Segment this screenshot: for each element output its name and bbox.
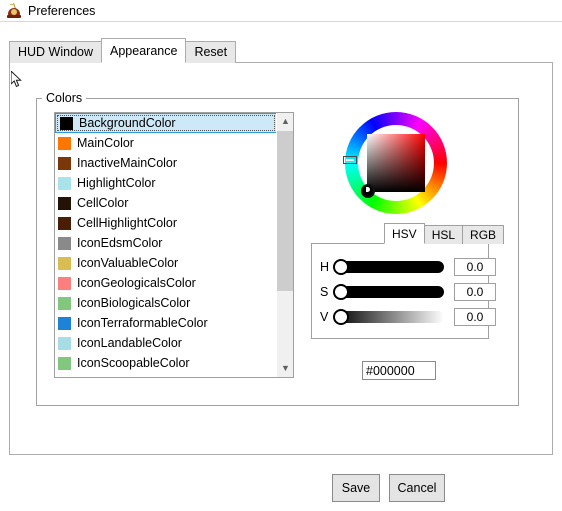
list-item[interactable]: IconTerraformableColor — [55, 313, 277, 333]
value-slider[interactable] — [333, 309, 444, 325]
list-item-label: IconLandableColor — [77, 336, 182, 350]
list-item-label: IconScoopableColor — [77, 356, 190, 370]
list-item[interactable]: BackgroundColor — [55, 113, 277, 133]
list-item[interactable] — [55, 373, 277, 377]
saturation-slider-thumb[interactable] — [333, 284, 349, 300]
value-label: V — [320, 310, 329, 324]
color-swatch — [58, 296, 71, 310]
list-item-label: InactiveMainColor — [77, 156, 178, 170]
value-slider-thumb[interactable] — [333, 309, 349, 325]
color-swatch — [58, 356, 71, 370]
saturation-label: S — [320, 285, 329, 299]
color-swatch — [58, 376, 71, 377]
color-swatch — [58, 276, 71, 290]
list-item-label: IconTerraformableColor — [77, 316, 208, 330]
list-item-label: IconGeologicalsColor — [77, 276, 196, 290]
list-item[interactable]: CellColor — [55, 193, 277, 213]
color-list-items: BackgroundColor MainColor InactiveMainCo… — [55, 113, 277, 377]
colors-group-label: Colors — [42, 91, 87, 105]
color-swatch — [58, 136, 71, 150]
main-tab-strip: HUD Window Appearance Reset — [9, 38, 237, 63]
hue-slider-row: H 0.0 — [320, 258, 496, 276]
tab-appearance[interactable]: Appearance — [101, 38, 187, 63]
saturation-value-marker[interactable] — [361, 184, 375, 198]
list-item-label: IconValuableColor — [77, 256, 179, 270]
saturation-slider[interactable] — [333, 284, 444, 300]
hex-color-field[interactable]: #000000 — [362, 361, 436, 380]
list-item-label: HighlightColor — [77, 176, 156, 190]
window-title: Preferences — [28, 3, 96, 18]
chevron-down-icon[interactable]: ▼ — [277, 360, 293, 377]
hue-slider[interactable] — [333, 259, 444, 275]
saturation-slider-row: S 0.0 — [320, 283, 496, 301]
save-button[interactable]: Save — [332, 474, 380, 502]
color-swatch — [58, 216, 71, 230]
app-bell-icon — [6, 2, 22, 19]
scrollbar-thumb[interactable] — [277, 131, 293, 291]
list-item[interactable]: IconGeologicalsColor — [55, 273, 277, 293]
list-item[interactable]: CellHighlightColor — [55, 213, 277, 233]
hue-value-field[interactable]: 0.0 — [454, 258, 496, 276]
list-item[interactable]: InactiveMainColor — [55, 153, 277, 173]
tab-hud-window[interactable]: HUD Window — [9, 41, 103, 63]
color-swatch — [58, 316, 71, 330]
hsv-panel: H 0.0 S 0.0 V 0.0 — [311, 243, 496, 339]
color-swatch — [58, 196, 71, 210]
color-swatch — [58, 336, 71, 350]
window-title-bar: Preferences — [0, 0, 562, 22]
list-item[interactable]: HighlightColor — [55, 173, 277, 193]
list-item[interactable]: IconLandableColor — [55, 333, 277, 353]
color-wheel[interactable] — [343, 112, 447, 214]
list-item-label: IconBiologicalsColor — [77, 296, 191, 310]
list-item-label: CellHighlightColor — [77, 216, 178, 230]
tab-reset[interactable]: Reset — [185, 41, 237, 63]
tab-hsv[interactable]: HSV — [384, 223, 425, 244]
list-item-label: MainColor — [77, 136, 134, 150]
list-item[interactable]: IconValuableColor — [55, 253, 277, 273]
color-swatch — [58, 176, 71, 190]
color-swatch — [58, 256, 71, 270]
hue-marker[interactable] — [343, 156, 357, 164]
value-value-field[interactable]: 0.0 — [454, 308, 496, 326]
cancel-button[interactable]: Cancel — [389, 474, 445, 502]
hue-label: H — [320, 260, 330, 274]
hue-slider-thumb[interactable] — [333, 259, 349, 275]
list-item-label: IconEdsmColor — [77, 236, 163, 250]
list-scrollbar[interactable]: ▲ ▼ — [276, 113, 293, 377]
saturation-value-square[interactable] — [367, 134, 425, 192]
color-swatch — [58, 156, 71, 170]
saturation-value-field[interactable]: 0.0 — [454, 283, 496, 301]
list-item-label: CellColor — [77, 196, 129, 210]
list-item-label: BackgroundColor — [79, 116, 176, 130]
list-item[interactable]: IconBiologicalsColor — [55, 293, 277, 313]
list-item[interactable]: IconScoopableColor — [55, 353, 277, 373]
list-item[interactable]: MainColor — [55, 133, 277, 153]
tab-hsl[interactable]: HSL — [423, 225, 464, 244]
chevron-up-icon[interactable]: ▲ — [277, 113, 293, 130]
color-swatch — [60, 116, 73, 130]
tab-rgb[interactable]: RGB — [462, 225, 505, 244]
list-item[interactable]: IconEdsmColor — [55, 233, 277, 253]
color-list-box[interactable]: BackgroundColor MainColor InactiveMainCo… — [54, 112, 294, 378]
value-slider-row: V 0.0 — [320, 308, 496, 326]
color-mode-tab-strip: HSV HSL RGB — [384, 223, 505, 244]
color-swatch — [58, 236, 71, 250]
